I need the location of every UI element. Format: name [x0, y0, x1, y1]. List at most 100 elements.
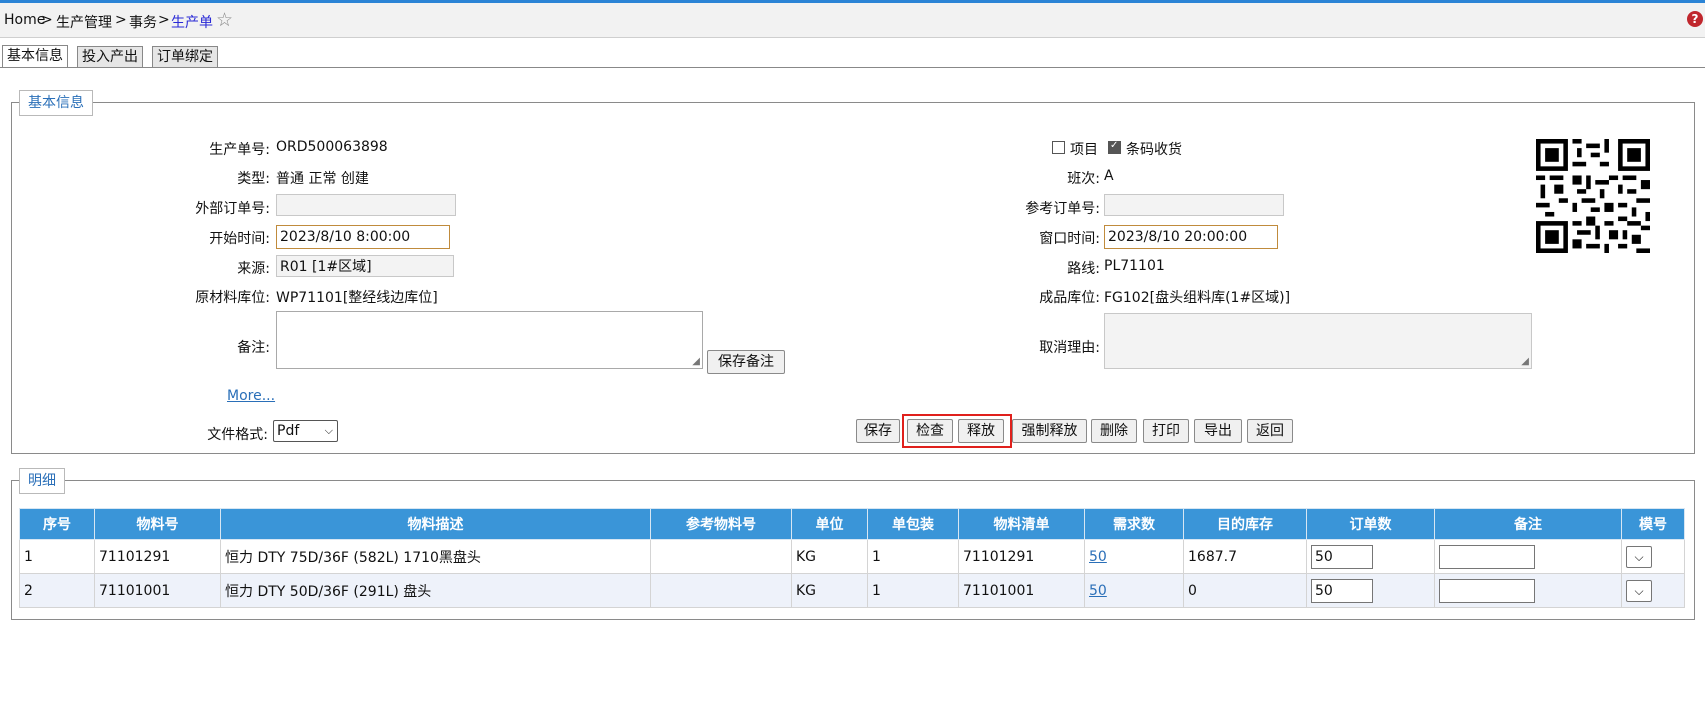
- route-label: 路线:: [1067, 261, 1100, 277]
- external-order-input[interactable]: [276, 194, 456, 216]
- tab-divider: [0, 67, 1705, 68]
- table-header-row: 序号 物料号 物料描述 参考物料号 单位 单包装 物料清单 需求数 目的库存 订…: [19, 508, 1685, 540]
- back-button[interactable]: 返回: [1247, 419, 1293, 443]
- column-header-ref-item[interactable]: 参考物料号: [650, 508, 792, 540]
- cell-seq: 2: [19, 573, 95, 608]
- window-time-input[interactable]: 2023/8/10 20:00:00: [1104, 225, 1278, 249]
- cell-dest-stock: 1687.7: [1183, 539, 1307, 574]
- save-remark-button[interactable]: 保存备注: [707, 350, 785, 374]
- column-header-order-qty[interactable]: 订单数: [1306, 508, 1435, 540]
- release-button[interactable]: 释放: [958, 419, 1004, 443]
- file-format-select[interactable]: Pdf ⌵: [273, 420, 338, 442]
- breadcrumb-separator: >: [41, 12, 53, 28]
- cell-uom: KG: [791, 573, 868, 608]
- cancel-reason-label: 取消理由:: [1039, 340, 1100, 356]
- remark-input[interactable]: [1439, 544, 1535, 569]
- project-checkbox[interactable]: [1052, 141, 1065, 154]
- cell-remark: [1434, 573, 1622, 608]
- column-header-bom[interactable]: 物料清单: [958, 508, 1085, 540]
- chevron-down-icon: ⌵: [324, 424, 333, 437]
- breadcrumb-separator: >: [115, 12, 127, 28]
- cell-description: 恒力 DTY 75D/36F (582L) 1710黑盘头: [220, 539, 651, 574]
- start-time-label: 开始时间:: [209, 231, 270, 247]
- column-header-item[interactable]: 物料号: [94, 508, 221, 540]
- order-no-label: 生产单号:: [209, 142, 270, 158]
- cell-pack: 1: [867, 573, 959, 608]
- cell-seq: 1: [19, 539, 95, 574]
- save-button[interactable]: 保存: [856, 419, 900, 443]
- chevron-down-icon[interactable]: ⌵: [1626, 579, 1652, 602]
- shift-value: A: [1104, 168, 1114, 184]
- cell-order-qty: 50: [1306, 539, 1435, 574]
- cell-mold: ⌵: [1621, 539, 1685, 574]
- breadcrumb-current: 生产单: [171, 15, 213, 31]
- column-header-description[interactable]: 物料描述: [220, 508, 651, 540]
- column-header-uom[interactable]: 单位: [791, 508, 868, 540]
- project-label: 项目: [1070, 142, 1098, 158]
- start-time-input[interactable]: 2023/8/10 8:00:00: [276, 225, 450, 249]
- column-header-remark[interactable]: 备注: [1434, 508, 1622, 540]
- chevron-down-icon[interactable]: ⌵: [1626, 545, 1652, 568]
- resize-grip-icon[interactable]: ◢: [1521, 356, 1529, 367]
- basic-info-legend: 基本信息: [19, 90, 93, 116]
- file-format-label: 文件格式:: [207, 427, 268, 443]
- cell-description: 恒力 DTY 50D/36F (291L) 盘头: [220, 573, 651, 608]
- order-qty-input[interactable]: 50: [1311, 578, 1373, 603]
- tab-basic-info[interactable]: 基本信息: [2, 45, 68, 68]
- tab-order-binding[interactable]: 订单绑定: [152, 46, 218, 67]
- required-qty-link[interactable]: 50: [1089, 583, 1107, 599]
- print-button[interactable]: 打印: [1143, 419, 1189, 443]
- delete-button[interactable]: 删除: [1091, 419, 1137, 443]
- file-format-value: Pdf: [277, 423, 300, 439]
- cell-bom: 71101291: [958, 539, 1085, 574]
- ref-order-input[interactable]: [1104, 194, 1284, 216]
- table-row: 1 71101291 恒力 DTY 75D/36F (582L) 1710黑盘头…: [19, 539, 1685, 574]
- breadcrumb-separator: >: [158, 12, 170, 28]
- fg-location-label: 成品库位:: [1039, 290, 1100, 306]
- column-header-dest-stock[interactable]: 目的库存: [1183, 508, 1307, 540]
- tab-input-output[interactable]: 投入产出: [77, 46, 143, 67]
- column-header-required[interactable]: 需求数: [1084, 508, 1184, 540]
- cell-bom: 71101001: [958, 573, 1085, 608]
- help-icon[interactable]: ?: [1687, 11, 1703, 27]
- order-no-value: ORD500063898: [276, 139, 388, 155]
- table-row: 2 71101001 恒力 DTY 50D/36F (291L) 盘头 KG 1…: [19, 573, 1685, 608]
- remark-textarea[interactable]: ◢: [276, 311, 703, 369]
- force-release-button[interactable]: 强制释放: [1012, 419, 1087, 443]
- resize-grip-icon[interactable]: ◢: [692, 356, 700, 367]
- export-button[interactable]: 导出: [1194, 419, 1242, 443]
- breadcrumb-transactions[interactable]: 事务: [129, 12, 157, 32]
- star-icon[interactable]: ☆: [216, 9, 233, 31]
- required-qty-link[interactable]: 50: [1089, 549, 1107, 565]
- breadcrumb-home[interactable]: Home: [4, 12, 45, 28]
- column-header-mold[interactable]: 模号: [1621, 508, 1685, 540]
- cell-item: 71101291: [94, 539, 221, 574]
- barcode-checkbox[interactable]: [1108, 140, 1121, 154]
- cell-item: 71101001: [94, 573, 221, 608]
- raw-location-label: 原材料库位:: [195, 290, 270, 306]
- cell-dest-stock: 0: [1183, 573, 1307, 608]
- cell-required: 50: [1084, 539, 1184, 574]
- raw-location-value: WP71101[整经线边库位]: [276, 290, 438, 306]
- fg-location-value: FG102[盘头组料库(1#区域)]: [1104, 290, 1291, 306]
- cell-required: 50: [1084, 573, 1184, 608]
- cell-remark: [1434, 539, 1622, 574]
- breadcrumb-production[interactable]: 生产管理: [56, 12, 112, 32]
- cell-ref-item: [650, 539, 792, 574]
- cell-uom: KG: [791, 539, 868, 574]
- cancel-reason-textarea[interactable]: ◢: [1104, 313, 1532, 369]
- cell-ref-item: [650, 573, 792, 608]
- source-input[interactable]: R01 [1#区域]: [276, 255, 454, 277]
- column-header-pack[interactable]: 单包装: [867, 508, 959, 540]
- qr-code-image: [1536, 139, 1650, 253]
- source-label: 来源:: [237, 261, 270, 277]
- cell-pack: 1: [867, 539, 959, 574]
- remark-input[interactable]: [1439, 578, 1535, 603]
- order-qty-input[interactable]: 50: [1311, 544, 1373, 569]
- more-link[interactable]: More...: [227, 388, 275, 404]
- type-label: 类型:: [237, 171, 270, 187]
- barcode-label: 条码收货: [1126, 142, 1182, 158]
- details-table: 序号 物料号 物料描述 参考物料号 单位 单包装 物料清单 需求数 目的库存 订…: [19, 508, 1685, 608]
- column-header-seq[interactable]: 序号: [19, 508, 95, 540]
- check-button[interactable]: 检查: [907, 419, 953, 443]
